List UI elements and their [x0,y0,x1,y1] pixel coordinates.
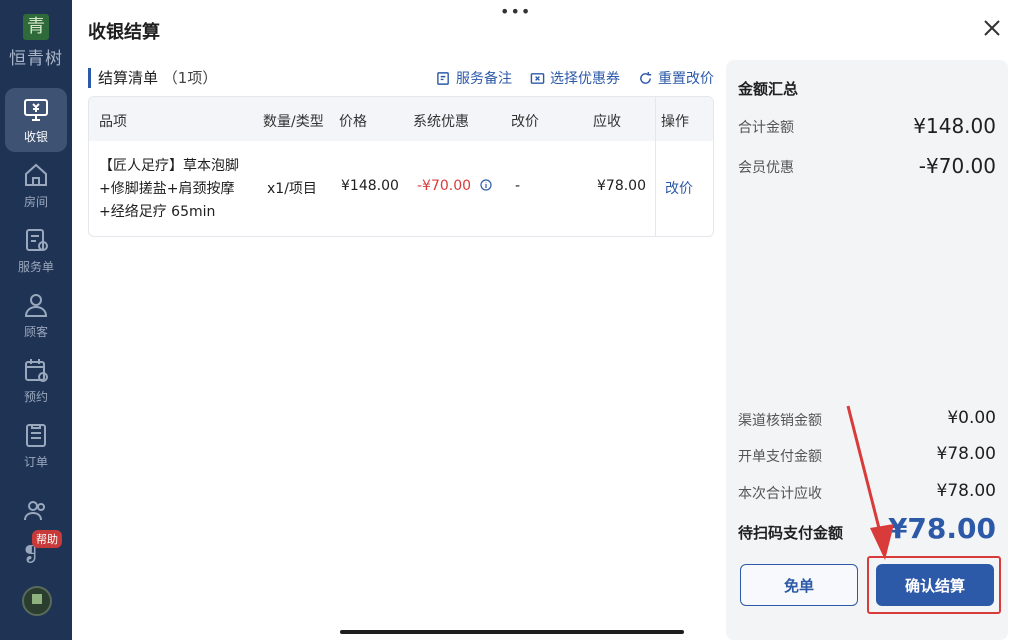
sidebar-item-label: 订单 [23,454,48,469]
table-header: 品项 数量/类型 价格 系统优惠 改价 应收 操作 [89,97,713,141]
open-pay-label: 开单支付金额 [738,449,822,465]
avatar[interactable] [22,586,52,616]
select-coupon-label: 选择优惠券 [550,71,620,87]
col-due: 应收 [593,114,621,130]
select-coupon-button[interactable]: 选择优惠券 [530,68,620,88]
sidebar-item-label: 服务单 [17,259,54,274]
col-item: 品项 [99,114,127,130]
reset-price-label: 重置改价 [658,71,714,87]
service-note-button[interactable]: 服务备注 [436,68,512,88]
sidebar-item-room[interactable]: 房间 [5,153,67,217]
edit-note-icon [437,71,449,85]
channel-label: 渠道核销金额 [738,413,822,429]
info-icon[interactable] [479,179,492,191]
logo-text: 恒青树 [9,49,63,69]
item-discount-value: -¥70.00 [417,178,472,194]
table-row: 【匠人足疗】草本泡脚 +修脚搓盐+肩颈按摩 +经络足疗 65min x1/项目 … [89,141,713,236]
more-options-icon[interactable]: ••• [500,2,531,21]
cashier-monitor-icon [24,98,48,121]
col-price: 价格 [339,114,367,130]
settlement-table: 品项 数量/类型 价格 系统优惠 改价 应收 操作 【匠人足疗】草本泡脚 +修脚… [88,96,714,237]
item-discount: -¥70.00 [417,178,492,194]
item-price: ¥148.00 [341,178,399,194]
help-badge: 帮助 [32,530,62,548]
order-list-icon [26,423,46,447]
item-name-line: +修脚搓盐+肩颈按摩 [99,181,235,197]
dialog-header: 收银结算 ••• [72,0,1024,60]
sidebar: 青 恒青树 收银 房间 服务单 顾客 预约 订单 ❡ 帮助 [0,0,72,640]
col-adjust: 改价 [511,114,539,130]
calendar-icon [25,358,48,382]
logo-mark-icon: 青 [23,14,49,40]
annotation-arrow-icon [846,405,894,560]
brand-logo: 青 恒青树 [0,14,72,69]
sidebar-item-service-order[interactable]: 服务单 [5,218,67,282]
due-value: ¥78.00 [936,481,996,501]
item-name-line: 【匠人足疗】草本泡脚 [99,158,239,174]
list-count: （1项） [162,69,218,87]
sidebar-item-label: 收银 [23,129,48,144]
total-value: ¥148.00 [913,114,996,138]
sidebar-item-orders[interactable]: 订单 [5,413,67,477]
total-label: 合计金额 [738,120,794,136]
list-title-text: 结算清单 [98,69,159,87]
annotation-highlight-box [867,556,1001,614]
col-op: 操作 [661,114,689,130]
list-actions: 服务备注 选择优惠券 重置改价 [436,68,714,88]
member-discount-label: 会员优惠 [738,160,794,176]
customer-person-icon [24,293,48,317]
service-order-icon [26,228,48,251]
sidebar-item-appointment[interactable]: 预约 [5,348,67,412]
summary-title: 金额汇总 [738,80,799,98]
sidebar-item-customer[interactable]: 顾客 [5,283,67,347]
item-due: ¥78.00 [597,178,646,194]
open-pay-value: ¥78.00 [936,444,996,464]
settlement-list-header: 结算清单 （1项） 服务备注 选择优惠券 重置改价 [88,66,714,90]
close-icon[interactable] [980,16,1004,40]
staff-group-icon [24,501,45,521]
item-adjust: - [515,178,521,194]
member-discount-value: -¥70.00 [918,154,996,178]
item-qty: x1/项目 [267,181,317,197]
sidebar-nav: 收银 房间 服务单 顾客 预约 订单 [0,88,72,543]
channel-value: ¥0.00 [947,408,996,428]
sidebar-item-label: 预约 [23,389,48,404]
refresh-icon [640,71,652,84]
col-discount: 系统优惠 [413,114,469,130]
room-house-icon [25,163,47,186]
coupon-icon [530,72,545,84]
reset-price-button[interactable]: 重置改价 [638,68,714,88]
settlement-list-title: 结算清单 （1项） [88,68,217,88]
item-name: 【匠人足疗】草本泡脚 +修脚搓盐+肩颈按摩 +经络足疗 65min [99,155,249,224]
adjust-price-link[interactable]: 改价 [665,178,693,198]
sidebar-item-label: 顾客 [23,324,48,339]
col-qty: 数量/类型 [263,114,324,130]
sidebar-item-cashier[interactable]: 收银 [5,88,67,152]
help-button[interactable]: ❡ 帮助 [10,530,66,576]
scan-pay-value: ¥78.00 [887,512,996,545]
item-name-line: +经络足疗 65min [99,204,216,220]
free-order-button[interactable]: 免单 [740,564,858,606]
due-label: 本次合计应收 [738,486,822,502]
sidebar-item-label: 房间 [23,194,48,209]
scan-pay-label: 待扫码支付金额 [738,524,844,542]
home-indicator[interactable] [340,630,684,634]
page-title: 收银结算 [88,22,160,43]
service-note-label: 服务备注 [456,71,512,87]
